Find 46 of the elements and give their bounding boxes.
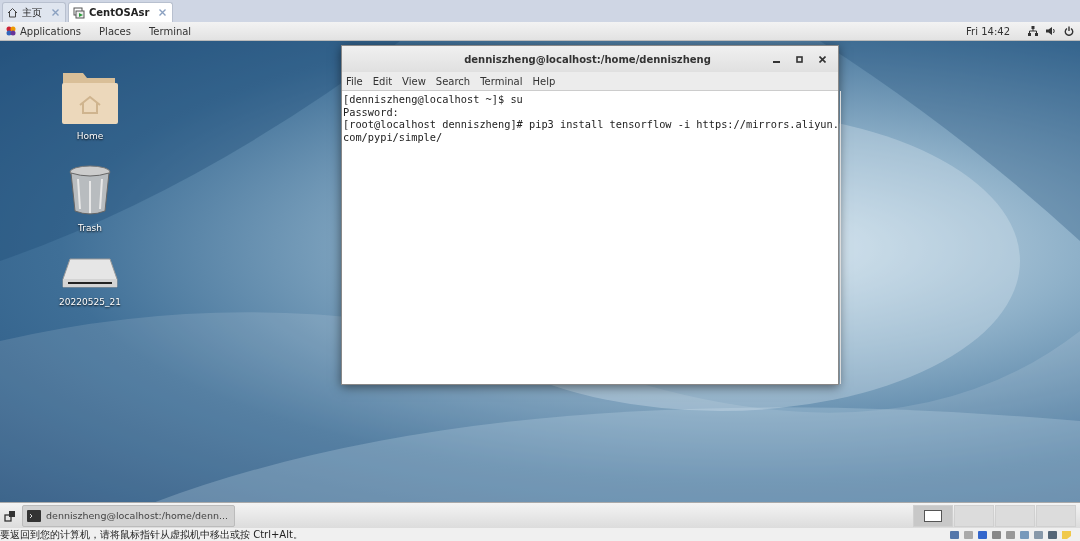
menu-item[interactable]: Help [532, 75, 556, 87]
top-bar-menu[interactable]: Terminal [148, 25, 192, 37]
status-message: 要返回到您的计算机，请将鼠标指针从虚拟机中移出或按 Ctrl+Alt。 [0, 527, 303, 541]
tray-icon[interactable] [1005, 529, 1016, 540]
menu-item[interactable]: File [346, 75, 363, 87]
trash-icon [68, 165, 112, 217]
workspace-switcher[interactable] [954, 504, 994, 527]
tray-icon[interactable] [1047, 529, 1058, 540]
window-title: denniszheng@localhost:/home/denniszheng [463, 53, 712, 65]
menu-item[interactable]: View [402, 75, 426, 87]
tray-icon[interactable] [1033, 529, 1044, 540]
browser-tab[interactable]: 主页 [2, 2, 66, 22]
power-icon[interactable] [1064, 26, 1074, 36]
desktop-icon-label[interactable]: 20220525_21 [59, 297, 121, 307]
workspace-switcher[interactable] [1036, 504, 1076, 527]
terminal-line: [denniszheng@localhost ~]$ su [343, 93, 524, 106]
virtual-machine-icon [73, 6, 85, 19]
window-thumbnail-icon [924, 509, 942, 522]
menu-item[interactable]: Terminal [480, 75, 523, 87]
workspace-switcher[interactable] [913, 504, 953, 527]
tray-icon[interactable] [1019, 529, 1030, 540]
maximize-icon[interactable] [796, 55, 803, 63]
desktop-icon-label[interactable]: Trash [78, 223, 102, 233]
terminal-line: Password: [343, 105, 400, 118]
show-desktop-icon[interactable] [4, 509, 16, 522]
menu-item[interactable]: Search [435, 75, 471, 87]
volume-icon[interactable] [1046, 26, 1056, 36]
top-bar-menu[interactable]: Places [99, 25, 131, 37]
workspace-switcher[interactable] [995, 504, 1035, 527]
tray-icon[interactable] [977, 529, 988, 540]
drive-icon [62, 257, 118, 291]
taskbar-window-button[interactable]: denniszheng@localhost:/home/denn... [22, 504, 236, 527]
tray-icon[interactable] [991, 529, 1002, 540]
terminal-line: com/pypi/simple/ [343, 130, 444, 143]
network-icon[interactable] [1028, 26, 1038, 36]
top-bar-menu[interactable]: Applications [20, 25, 82, 37]
clock[interactable]: Fri 14:42 [966, 25, 1010, 37]
desktop-icon-label[interactable]: Home [76, 131, 104, 141]
menu-item[interactable]: Edit [372, 75, 393, 87]
browser-tab[interactable]: CentOSAsr [68, 2, 174, 22]
tray-icon[interactable] [949, 529, 960, 540]
applications-icon [6, 26, 16, 36]
close-icon[interactable] [819, 55, 826, 63]
home-icon [7, 7, 18, 18]
terminal-icon [27, 509, 41, 522]
terminal-line: [root@localhost denniszheng]# pip3 install tensorflow -i https://mirrors.aliyun. [343, 118, 839, 131]
